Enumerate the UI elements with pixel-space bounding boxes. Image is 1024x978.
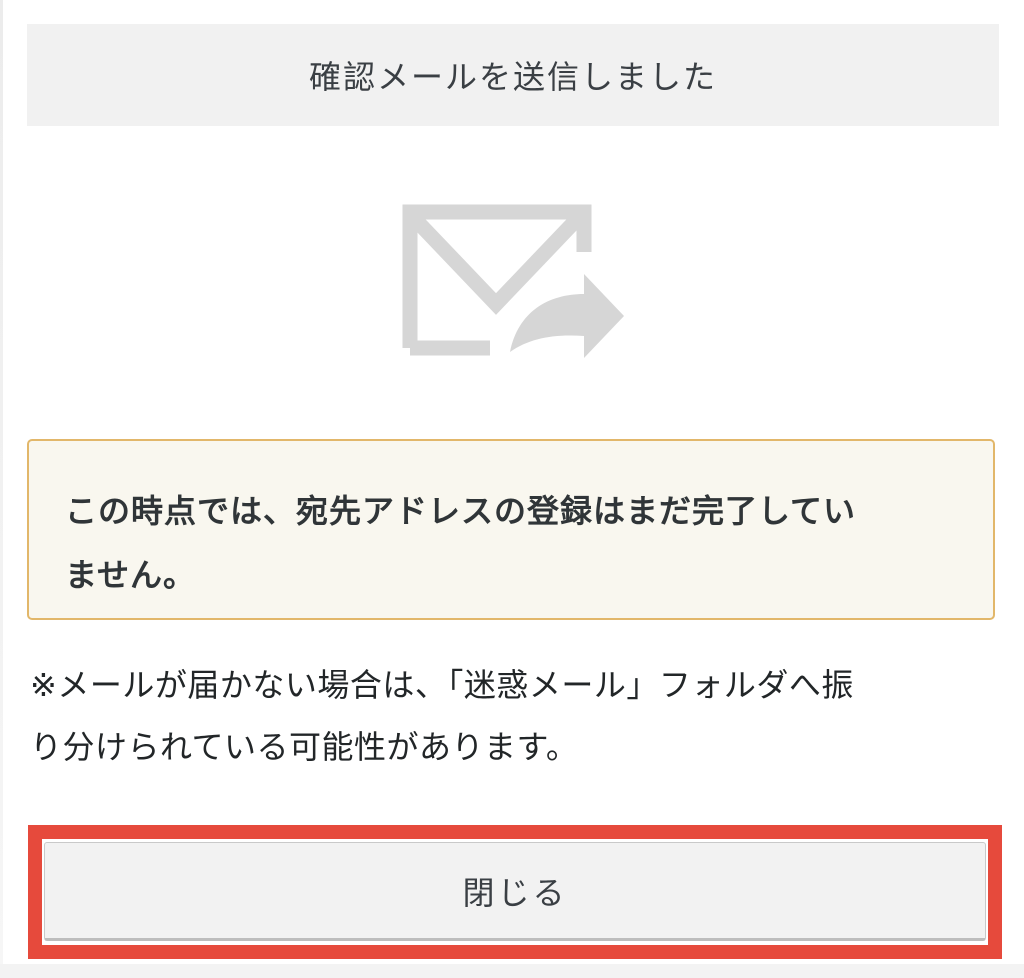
email-sent-dialog: 確認メールを送信しました この時点では、宛先アドレスの登録はまだ完了してい ませ… [0, 0, 1024, 978]
info-line-2: り分けられている可能性があります。 [30, 728, 579, 766]
mail-send-icon [402, 204, 624, 358]
left-edge-divider [0, 0, 3, 978]
notice-line-2: ません。 [65, 556, 197, 594]
close-button[interactable]: 閉じる [44, 842, 986, 941]
bottom-strip [0, 964, 1024, 978]
dialog-title: 確認メールを送信しました [308, 58, 717, 96]
notice-line-1: この時点では、宛先アドレスの登録はまだ完了してい [65, 492, 857, 530]
notice-message: この時点では、宛先アドレスの登録はまだ完了してい ません。 [65, 479, 957, 607]
spam-folder-note: ※メールが届かない場合は、「迷惑メール」フォルダへ振 り分けられている可能性があ… [30, 654, 1000, 778]
info-line-1: ※メールが届かない場合は、「迷惑メール」フォルダへ振 [30, 666, 854, 704]
notice-box: この時点では、宛先アドレスの登録はまだ完了してい ません。 [27, 439, 995, 620]
close-button-label: 閉じる [462, 873, 568, 912]
dialog-header: 確認メールを送信しました [27, 24, 999, 126]
